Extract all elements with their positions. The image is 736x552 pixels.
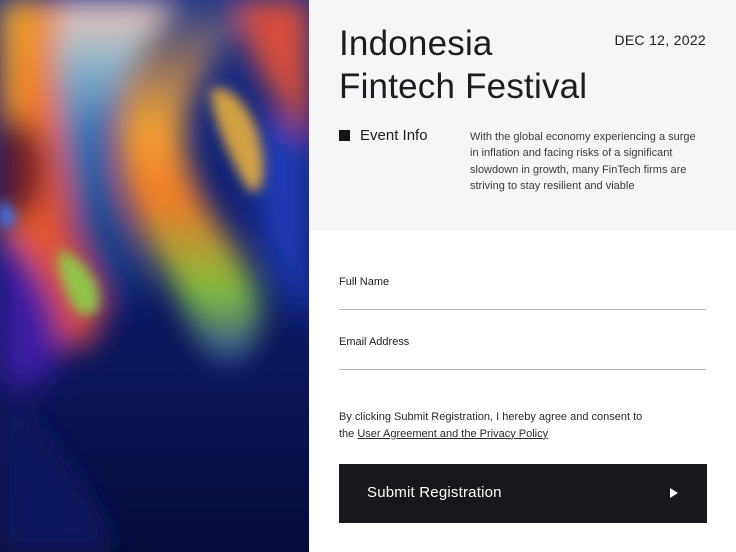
event-header: Indonesia Fintech Festival DEC 12, 2022 … (309, 0, 736, 231)
email-input[interactable] (339, 353, 706, 367)
event-title-line2: Fintech Festival (339, 67, 588, 106)
full-name-input[interactable] (339, 293, 706, 307)
event-info-label: Event Info (360, 127, 428, 144)
submit-registration-button[interactable]: Submit Registration (339, 464, 707, 523)
play-arrow-icon (670, 488, 678, 498)
full-name-label: Full Name (339, 276, 390, 288)
event-title: Indonesia Fintech Festival (339, 22, 619, 108)
registration-panel: Indonesia Fintech Festival DEC 12, 2022 … (309, 0, 736, 552)
submit-registration-label: Submit Registration (367, 484, 502, 501)
email-label: Email Address (339, 336, 410, 348)
full-name-field[interactable]: Full Name (339, 276, 706, 310)
hero-artwork (0, 0, 309, 552)
user-agreement-privacy-link[interactable]: User Agreement and the Privacy Policy (357, 428, 548, 440)
event-date: DEC 12, 2022 (614, 32, 706, 48)
event-description: With the global economy experiencing a s… (470, 131, 696, 192)
consent-text: By clicking Submit Registration, I hereb… (339, 409, 659, 442)
square-bullet-icon (339, 130, 350, 141)
event-info-heading: Event Info (339, 127, 428, 144)
event-title-line1: Indonesia (339, 24, 493, 63)
email-field[interactable]: Email Address (339, 336, 706, 370)
gradient-abstract-image (0, 0, 309, 552)
